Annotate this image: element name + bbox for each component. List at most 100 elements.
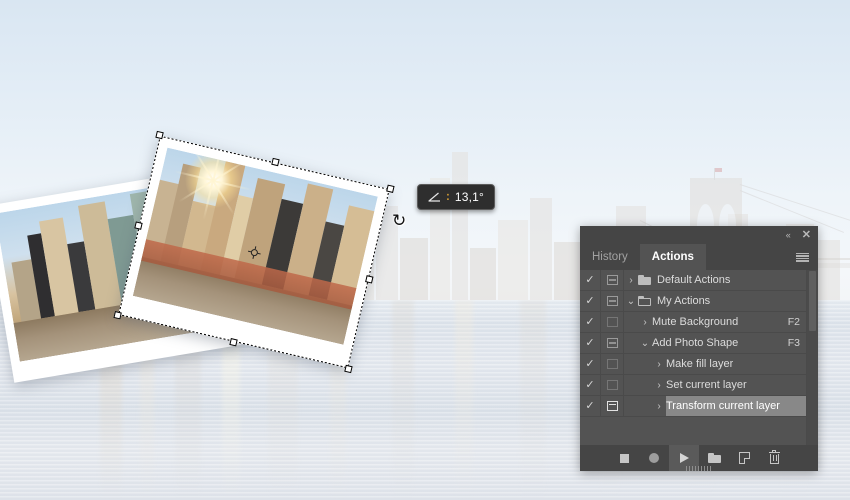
action-row-body[interactable]: ⌄ My Actions <box>624 291 806 311</box>
action-label-wrap[interactable]: Default Actions <box>657 270 806 290</box>
action-row-body[interactable]: › Default Actions <box>624 270 806 290</box>
actions-list[interactable]: ✓ › Default Actions ✓ ⌄ My Actions ✓ › Mute Back… <box>580 270 818 445</box>
record-icon <box>649 453 659 463</box>
scrollbar-thumb[interactable] <box>809 271 816 331</box>
action-row[interactable]: ✓ › Set current layer <box>580 375 806 396</box>
transform-handle-top-left[interactable] <box>155 130 164 140</box>
toggle-dialog-box[interactable] <box>601 375 624 395</box>
action-row[interactable]: ✓ ⌄ My Actions <box>580 291 806 312</box>
action-label: Add Photo Shape <box>652 337 739 349</box>
action-enable-checkbox[interactable]: ✓ <box>580 375 601 395</box>
action-row-body[interactable]: › Make fill layer <box>624 354 806 374</box>
check-icon: ✓ <box>585 378 595 391</box>
action-row[interactable]: ✓ › Default Actions <box>580 270 806 291</box>
toggle-dialog-box[interactable] <box>601 354 624 374</box>
angle-separator: : <box>446 191 450 203</box>
actions-rows[interactable]: ✓ › Default Actions ✓ ⌄ My Actions ✓ › Mute Back… <box>580 270 806 445</box>
action-label-wrap[interactable]: Mute Background F2 <box>652 312 806 332</box>
panel-resize-grip[interactable] <box>686 466 712 471</box>
action-row[interactable]: ✓ ⌄ Add Photo Shape F3 <box>580 333 806 354</box>
folder-icon <box>638 275 651 285</box>
action-row[interactable]: ✓ › Make fill layer <box>580 354 806 375</box>
folder-icon <box>638 296 651 306</box>
tab-actions-label: Actions <box>651 251 694 263</box>
chevron-right-icon[interactable]: › <box>624 275 638 286</box>
action-label-wrap[interactable]: My Actions <box>657 291 806 311</box>
action-shortcut: F3 <box>787 337 800 349</box>
transform-handle-top-center[interactable] <box>270 157 280 167</box>
check-icon: ✓ <box>585 399 595 412</box>
action-label: Mute Background <box>652 316 739 328</box>
trash-icon <box>768 449 780 465</box>
stop-playing-recording-button[interactable] <box>609 445 639 471</box>
dialog-toggle-icon <box>606 275 618 285</box>
chevron-right-icon[interactable]: › <box>652 380 666 391</box>
action-label: My Actions <box>657 295 711 307</box>
angle-icon <box>428 192 441 202</box>
panel-menu-button[interactable] <box>796 244 818 270</box>
check-icon: ✓ <box>585 357 595 370</box>
toggle-dialog-box[interactable] <box>601 270 624 290</box>
toggle-dialog-box[interactable] <box>601 396 624 416</box>
play-icon <box>679 453 689 463</box>
hamburger-icon[interactable] <box>796 252 809 262</box>
action-enable-checkbox[interactable]: ✓ <box>580 291 601 311</box>
action-row-body[interactable]: › Transform current layer <box>624 396 806 416</box>
dialog-toggle-icon <box>606 380 618 390</box>
action-shortcut: F2 <box>787 316 800 328</box>
chevron-right-icon[interactable]: › <box>652 401 666 412</box>
rotate-cursor-icon: ↻ <box>392 211 407 230</box>
chevron-right-icon[interactable]: › <box>652 359 666 370</box>
check-icon: ✓ <box>585 336 595 349</box>
chevron-down-icon[interactable]: ⌄ <box>624 296 638 307</box>
action-enable-checkbox[interactable]: ✓ <box>580 354 601 374</box>
action-label-wrap[interactable]: Add Photo Shape F3 <box>652 333 806 353</box>
chevron-right-icon[interactable]: › <box>638 317 652 328</box>
action-row-body[interactable]: ⌄ Add Photo Shape F3 <box>624 333 806 353</box>
action-label-wrap[interactable]: Transform current layer <box>666 396 806 416</box>
panel-bottom-toolbar[interactable] <box>580 445 818 471</box>
action-row[interactable]: ✓ › Mute Background F2 <box>580 312 806 333</box>
new-page-icon <box>738 452 750 464</box>
folder-icon <box>707 453 721 463</box>
chevron-down-icon[interactable]: ⌄ <box>638 338 652 349</box>
begin-recording-button[interactable] <box>639 445 669 471</box>
action-enable-checkbox[interactable]: ✓ <box>580 333 601 353</box>
panel-titlebar[interactable]: « ✕ <box>580 226 818 244</box>
check-icon: ✓ <box>585 294 595 307</box>
transform-angle-hud: : 13,1° <box>417 184 495 210</box>
action-label: Make fill layer <box>666 358 734 370</box>
tab-history-label: History <box>592 251 628 263</box>
dialog-toggle-icon <box>606 401 618 411</box>
toggle-dialog-box[interactable] <box>601 312 624 332</box>
action-row-body[interactable]: › Mute Background F2 <box>624 312 806 332</box>
transform-handle-middle-left[interactable] <box>134 220 143 230</box>
check-icon: ✓ <box>585 315 595 328</box>
action-row-body[interactable]: › Set current layer <box>624 375 806 395</box>
tab-actions[interactable]: Actions <box>639 244 706 270</box>
actions-scrollbar[interactable] <box>806 270 818 445</box>
panel-tabbar[interactable]: History Actions <box>580 244 818 270</box>
action-enable-checkbox[interactable]: ✓ <box>580 270 601 290</box>
transform-reference-point[interactable] <box>246 244 262 260</box>
stop-icon <box>619 453 629 463</box>
dialog-toggle-icon <box>606 296 618 306</box>
toggle-dialog-box[interactable] <box>601 333 624 353</box>
close-icon[interactable]: ✕ <box>802 229 811 241</box>
collapse-icon[interactable]: « <box>786 230 791 240</box>
actions-panel[interactable]: « ✕ History Actions ✓ › Default Actions ✓ ⌄ M… <box>580 226 818 471</box>
action-label-wrap[interactable]: Make fill layer <box>666 354 806 374</box>
action-enable-checkbox[interactable]: ✓ <box>580 396 601 416</box>
action-label-wrap[interactable]: Set current layer <box>666 375 806 395</box>
action-row[interactable]: ✓ › Transform current layer <box>580 396 806 417</box>
tab-history[interactable]: History <box>580 244 640 270</box>
delete-button[interactable] <box>759 445 789 471</box>
angle-value: 13,1° <box>454 190 484 204</box>
action-label: Set current layer <box>666 379 747 391</box>
create-new-action-button[interactable] <box>729 445 759 471</box>
dialog-toggle-icon <box>606 359 618 369</box>
action-enable-checkbox[interactable]: ✓ <box>580 312 601 332</box>
action-label: Transform current layer <box>666 400 780 412</box>
toggle-dialog-box[interactable] <box>601 291 624 311</box>
dialog-toggle-icon <box>606 338 618 348</box>
